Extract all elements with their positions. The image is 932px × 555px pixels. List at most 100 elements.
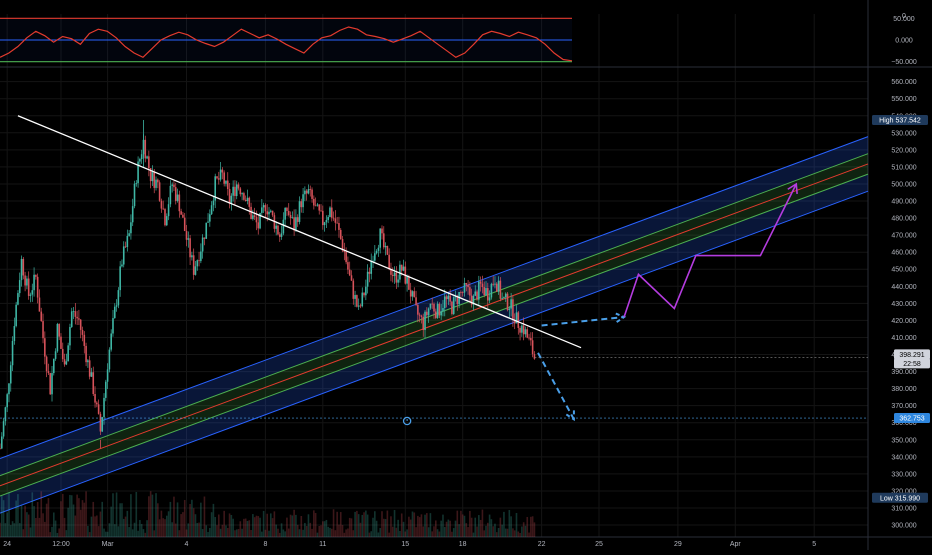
volume-bar <box>74 515 77 537</box>
candle-body <box>139 159 141 162</box>
candle-body <box>501 298 503 299</box>
candle-body <box>408 276 410 290</box>
candle-body <box>289 215 292 218</box>
candle-body <box>266 211 269 215</box>
candle-body <box>262 205 265 208</box>
volume-bar <box>31 492 34 537</box>
candle-body <box>108 349 111 370</box>
candle-body <box>338 223 340 230</box>
price-tick-label: 300.000 <box>891 523 916 530</box>
volume-bar <box>115 492 118 537</box>
candle-body <box>83 334 86 346</box>
volume-bar <box>53 512 55 537</box>
candle-body <box>119 266 121 291</box>
volume-bar <box>522 522 525 537</box>
volume-bar <box>219 528 222 537</box>
volume-bar <box>252 514 254 537</box>
volume-bar <box>108 523 111 537</box>
candle-body <box>27 278 30 296</box>
candle-body <box>165 216 168 226</box>
candle-body <box>217 178 220 180</box>
volume-bar <box>530 516 532 537</box>
time-tick-label: 15 <box>401 541 409 548</box>
volume-bar <box>506 528 509 537</box>
volume-bar <box>348 517 351 537</box>
candle-body <box>277 225 279 235</box>
candle-body <box>126 235 129 247</box>
price-tick-label: 560.000 <box>891 79 916 86</box>
volume-bar <box>400 513 403 537</box>
volume-bar <box>212 503 215 537</box>
candle-body <box>237 184 240 189</box>
candle-body <box>517 312 520 328</box>
chart-stage[interactable]: 560.000 550.000 5 4 0.000 530.000 520.000 510.0… <box>0 0 932 550</box>
volume-bar <box>137 530 139 537</box>
volume-bar <box>445 521 448 537</box>
volume-bar <box>343 532 346 537</box>
candle-body <box>88 360 91 377</box>
volume-bar <box>106 531 109 537</box>
candle-body <box>304 190 306 195</box>
osc-tick-label: 0.000 <box>895 38 913 45</box>
candle-body <box>461 292 464 294</box>
volume-bar <box>117 526 120 537</box>
candle-body <box>418 314 421 316</box>
volume-bar <box>155 493 157 537</box>
candle-body <box>413 291 416 298</box>
candle-body <box>47 371 50 374</box>
volume-bar <box>140 523 143 537</box>
volume-bar <box>512 528 514 537</box>
candle-body <box>332 217 335 219</box>
volume-bar <box>26 512 28 537</box>
volume-bar <box>483 530 486 537</box>
volume-bar <box>531 516 534 537</box>
volume-bar <box>284 531 286 537</box>
volume-bar <box>87 525 89 537</box>
candle-body <box>61 348 64 360</box>
candle-body <box>361 292 364 307</box>
candle-body <box>521 325 523 333</box>
volume-bar <box>180 514 182 537</box>
volume-bar <box>144 532 147 537</box>
candle-body <box>198 260 200 262</box>
candle-body <box>508 308 511 311</box>
volume-bar <box>113 524 116 537</box>
candle-body <box>275 225 277 229</box>
candle-body <box>375 250 378 254</box>
volume-bar <box>182 512 184 537</box>
candle-body <box>85 345 87 363</box>
candle-body <box>465 283 468 285</box>
volume-bar <box>316 532 319 537</box>
candle-body <box>196 260 199 267</box>
candle-body <box>15 304 17 327</box>
volume-bar <box>286 517 288 537</box>
volume-bar <box>162 518 164 537</box>
volume-bar <box>497 527 500 537</box>
volume-bar <box>92 501 95 537</box>
volume-bar <box>519 532 521 537</box>
candle-body <box>411 291 414 297</box>
candle-body <box>105 381 107 398</box>
candle-body <box>352 280 355 299</box>
volume-bar <box>451 531 453 537</box>
volume-bar <box>24 505 26 537</box>
candle-body <box>31 290 34 295</box>
candle-body <box>225 180 227 184</box>
volume-bar <box>51 526 53 537</box>
price-tick-label: 500.000 <box>891 181 916 188</box>
volume-bar <box>4 523 7 537</box>
volume-bar <box>250 530 252 537</box>
candle-body <box>302 194 304 208</box>
candle-body <box>395 272 398 283</box>
volume-bar <box>440 520 442 537</box>
chart-canvas[interactable]: 560.000 550.000 5 4 0.000 530.000 520.000 510.0… <box>0 0 932 550</box>
candle-body <box>24 275 26 286</box>
candle-body <box>481 283 484 288</box>
candle-body <box>131 206 134 223</box>
high-tag: High 537.542 <box>879 117 921 124</box>
candle-body <box>133 183 136 207</box>
volume-bar <box>332 509 335 537</box>
volume-bar <box>513 530 516 537</box>
volume-bar <box>289 514 292 537</box>
osc-tick-label: −50.000 <box>891 59 917 66</box>
